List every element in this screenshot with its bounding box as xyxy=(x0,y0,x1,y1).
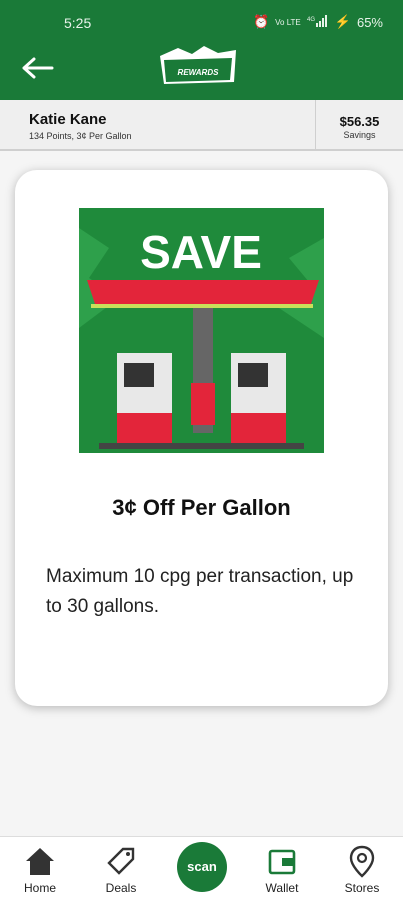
savings-amount: $56.35 xyxy=(339,114,380,129)
user-name: Katie Kane xyxy=(29,111,107,128)
rewards-logo: REWARDS xyxy=(158,44,238,88)
offer-description: Maximum 10 cpg per transaction, up to 30… xyxy=(46,566,354,617)
wallet-icon xyxy=(268,849,296,875)
nav-stores-label: Stores xyxy=(344,881,380,895)
savings-box: $56.35 Savings xyxy=(315,100,403,149)
back-arrow-icon xyxy=(22,57,54,79)
status-icons: ⏰ Vo LTE 4G ⚡ 65% xyxy=(253,14,383,30)
back-button[interactable] xyxy=(18,53,58,83)
charging-icon: ⚡ xyxy=(334,14,351,29)
offer-image: SAVE xyxy=(79,208,324,453)
signal-icon: 4G xyxy=(307,14,329,30)
savings-label: Savings xyxy=(343,130,376,140)
nav-deals-label: Deals xyxy=(105,881,137,895)
offer-card: SAVE 3¢ Off Per Gallon Maximum 10 cpg pe… xyxy=(15,170,388,706)
tag-icon xyxy=(107,847,135,875)
status-time: 5:25 xyxy=(64,15,92,31)
nav-stores[interactable]: Stores xyxy=(327,837,397,901)
offer-title: 3¢ Off Per Gallon xyxy=(112,495,291,520)
nav-deals[interactable]: Deals xyxy=(86,837,156,901)
map-pin-icon xyxy=(349,845,375,878)
nav-wallet-label: Wallet xyxy=(265,881,299,895)
scan-button[interactable]: scan xyxy=(177,842,227,892)
save-text: SAVE xyxy=(140,226,262,278)
nav-wallet[interactable]: Wallet xyxy=(247,837,317,901)
status-bar: 5:25 ⏰ Vo LTE 4G ⚡ 65% xyxy=(0,10,403,36)
volte-icon: Vo LTE xyxy=(275,17,301,27)
signal-type: 4G xyxy=(307,17,315,23)
battery-percent: 65% xyxy=(356,14,383,30)
nav-home-label: Home xyxy=(23,881,56,895)
nav-home[interactable]: Home xyxy=(5,837,75,901)
app-header: 5:25 ⏰ Vo LTE 4G ⚡ 65% REWARDS xyxy=(0,0,403,100)
user-points: 134 Points, 3¢ Per Gallon xyxy=(29,131,132,141)
alarm-icon: ⏰ xyxy=(252,14,270,29)
logo-text: REWARDS xyxy=(178,68,220,77)
user-summary-bar: Katie Kane 134 Points, 3¢ Per Gallon $56… xyxy=(0,100,403,151)
home-icon xyxy=(26,848,54,875)
